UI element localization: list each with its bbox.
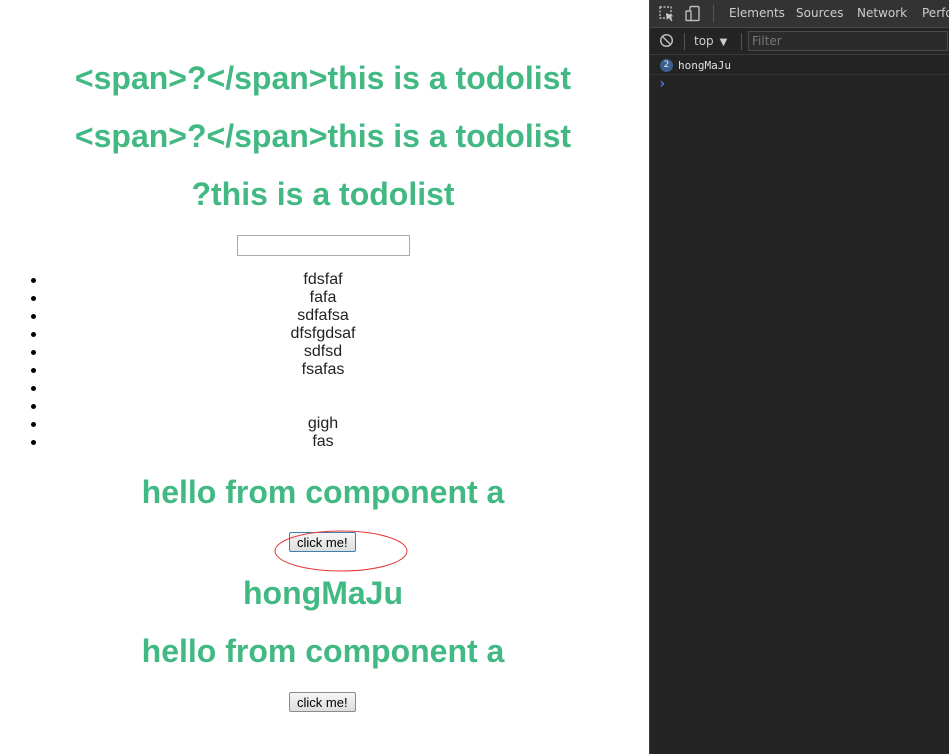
message-heading: hongMaJu	[243, 575, 403, 611]
console-log-message: hongMaJu	[678, 59, 731, 72]
devtools-toolbar: Elements Sources Network Perfo	[650, 0, 949, 28]
tab-performance[interactable]: Perfo	[922, 0, 949, 27]
toolbar-divider	[741, 33, 742, 50]
dropdown-arrow-icon: ▼	[719, 37, 728, 48]
click-me-button-2[interactable]: click me!	[289, 692, 356, 712]
component-a-heading: hello from component a	[141, 474, 505, 510]
prompt-chevron-icon: ›	[658, 76, 667, 92]
app-page: <span>?</span>this is a todolist <span>?…	[0, 0, 649, 754]
todo-item[interactable]: fas	[0, 433, 646, 451]
toolbar-divider	[684, 33, 685, 50]
tab-sources[interactable]: Sources	[796, 0, 843, 27]
todo-input[interactable]	[237, 235, 410, 256]
console-prompt[interactable]: ›	[650, 76, 949, 94]
tab-network[interactable]: Network	[857, 0, 907, 27]
todo-item[interactable]	[0, 397, 646, 415]
todo-item[interactable]: fafa	[0, 289, 646, 307]
toolbar-divider	[713, 5, 714, 22]
devtools-panel: Elements Sources Network Perfo top ▼ 2 ho…	[649, 0, 949, 754]
click-me-button[interactable]: click me!	[289, 532, 356, 552]
context-selector[interactable]: top ▼	[694, 32, 727, 50]
clear-console-icon[interactable]	[659, 33, 674, 48]
component-a-heading-2: hello from component a	[141, 633, 505, 669]
todo-item[interactable]: fsafas	[0, 361, 646, 379]
todo-item[interactable]: gigh	[0, 415, 646, 433]
todo-item[interactable]: sdfafsa	[0, 307, 646, 325]
page-heading-3: ?this is a todolist	[191, 176, 455, 212]
page-heading-1: <span>?</span>this is a todolist	[74, 60, 572, 96]
console-log-row: 2 hongMaJu	[650, 57, 949, 75]
todo-item[interactable]: fdsfaf	[0, 271, 646, 289]
context-label: top	[694, 34, 714, 48]
console-toolbar: top ▼	[650, 28, 949, 55]
console-filter-input[interactable]	[748, 31, 948, 51]
todo-item[interactable]: dfsfgdsaf	[0, 325, 646, 343]
inspect-icon[interactable]	[658, 5, 676, 23]
repeat-count-badge: 2	[660, 59, 673, 72]
page-heading-2: <span>?</span>this is a todolist	[74, 118, 572, 154]
device-toggle-icon[interactable]	[684, 5, 702, 23]
todo-list: fdsfaf fafa sdfafsa dfsfgdsaf sdfsd fsaf…	[0, 271, 646, 451]
todo-item[interactable]	[0, 379, 646, 397]
todo-item[interactable]: sdfsd	[0, 343, 646, 361]
tab-elements[interactable]: Elements	[729, 0, 785, 27]
